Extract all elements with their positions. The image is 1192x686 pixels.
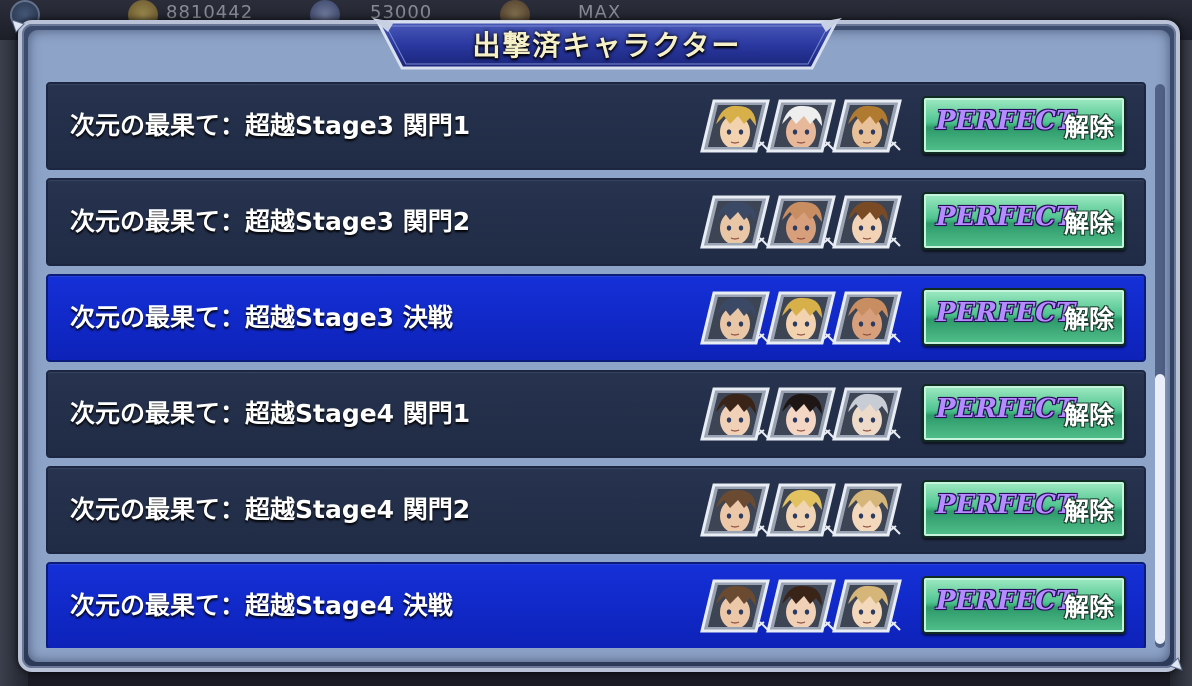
blonde-spiky-face[interactable] (764, 482, 838, 538)
corner-ornament-icon (11, 19, 25, 33)
brown-haired-man-face[interactable] (698, 578, 772, 634)
unlock-label: 解除 (1063, 305, 1114, 334)
panel-title: 出撃済キャラクター (472, 29, 742, 62)
perfect-unlock-button[interactable]: PERFECT 解除 (922, 576, 1126, 634)
stage-name: 次元の最果て：超越Stage4 関門2 (70, 495, 471, 524)
perfect-unlock-button[interactable]: PERFECT 解除 (922, 192, 1126, 250)
perfect-label: PERFECT (936, 298, 1076, 328)
stage-row[interactable]: 次元の最果て：超越Stage4 決戦 PERFECT 解除 (46, 562, 1146, 648)
stage-name: 次元の最果て：超越Stage3 決戦 (70, 303, 453, 332)
perfect-unlock-button[interactable]: PERFECT 解除 (922, 480, 1126, 538)
silver-haired-face[interactable] (830, 386, 904, 442)
title-banner: 出撃済キャラクター (372, 16, 842, 74)
stage-row[interactable]: 次元の最果て：超越Stage4 関門2 PERFECT 解除 (46, 466, 1146, 554)
stage-name: 次元の最果て：超越Stage4 決戦 (70, 591, 453, 620)
list-scrollbar[interactable] (1155, 84, 1165, 648)
capped-soldier-face[interactable] (698, 194, 772, 250)
perfect-label: PERFECT (936, 586, 1076, 616)
deployed-party (698, 386, 908, 442)
brown-spiky-face[interactable] (830, 98, 904, 154)
scrollbar-thumb[interactable] (1155, 374, 1165, 644)
stage-row[interactable]: 次元の最果て：超越Stage4 関門1 PERFECT 解除 (46, 370, 1146, 458)
stage-name: 次元の最果て：超越Stage3 関門2 (70, 207, 471, 236)
bald-mustache-face[interactable] (830, 290, 904, 346)
deployed-stage-list: 次元の最果て：超越Stage3 関門1 PERFECT 解除 次元の最果て：超越Sta… (46, 82, 1148, 648)
deployed-party (698, 98, 908, 154)
black-haired-woman-face[interactable] (764, 386, 838, 442)
brown-haired-man-face[interactable] (698, 482, 772, 538)
unlock-label: 解除 (1063, 209, 1114, 238)
stage-name: 次元の最果て：超越Stage3 関門1 (70, 111, 471, 140)
capped-soldier-face[interactable] (698, 290, 772, 346)
old-bearded-face[interactable] (764, 98, 838, 154)
blonde-warrior-face[interactable] (698, 98, 772, 154)
perfect-label: PERFECT (936, 106, 1076, 136)
perfect-unlock-button[interactable]: PERFECT 解除 (922, 384, 1126, 442)
dark-haired-woman-face[interactable] (698, 386, 772, 442)
stage-row[interactable]: 次元の最果て：超越Stage3 決戦 PERFECT 解除 (46, 274, 1146, 362)
perfect-label: PERFECT (936, 394, 1076, 424)
bald-mustache-face[interactable] (764, 194, 838, 250)
stage-row[interactable]: 次元の最果て：超越Stage3 関門2 PERFECT 解除 (46, 178, 1146, 266)
blonde-braid-face[interactable] (830, 578, 904, 634)
perfect-unlock-button[interactable]: PERFECT 解除 (922, 288, 1126, 346)
perfect-label: PERFECT (936, 202, 1076, 232)
deployed-party (698, 578, 908, 634)
deployed-party (698, 194, 908, 250)
dark-haired-woman-face[interactable] (764, 578, 838, 634)
stage-row[interactable]: 次元の最果て：超越Stage3 関門1 PERFECT 解除 (46, 82, 1146, 170)
perfect-label: PERFECT (936, 490, 1076, 520)
corner-ornament-icon (1169, 657, 1183, 671)
perfect-unlock-button[interactable]: PERFECT 解除 (922, 96, 1126, 154)
stage-name: 次元の最果て：超越Stage4 関門1 (70, 399, 471, 428)
blonde-braid-face[interactable] (830, 482, 904, 538)
unlock-label: 解除 (1063, 401, 1114, 430)
blonde-warrior-face[interactable] (764, 290, 838, 346)
deployed-party (698, 482, 908, 538)
deployed-party (698, 290, 908, 346)
unlock-label: 解除 (1063, 593, 1114, 622)
unlock-label: 解除 (1063, 113, 1114, 142)
brown-haired-girl-face[interactable] (830, 194, 904, 250)
unlock-label: 解除 (1063, 497, 1114, 526)
